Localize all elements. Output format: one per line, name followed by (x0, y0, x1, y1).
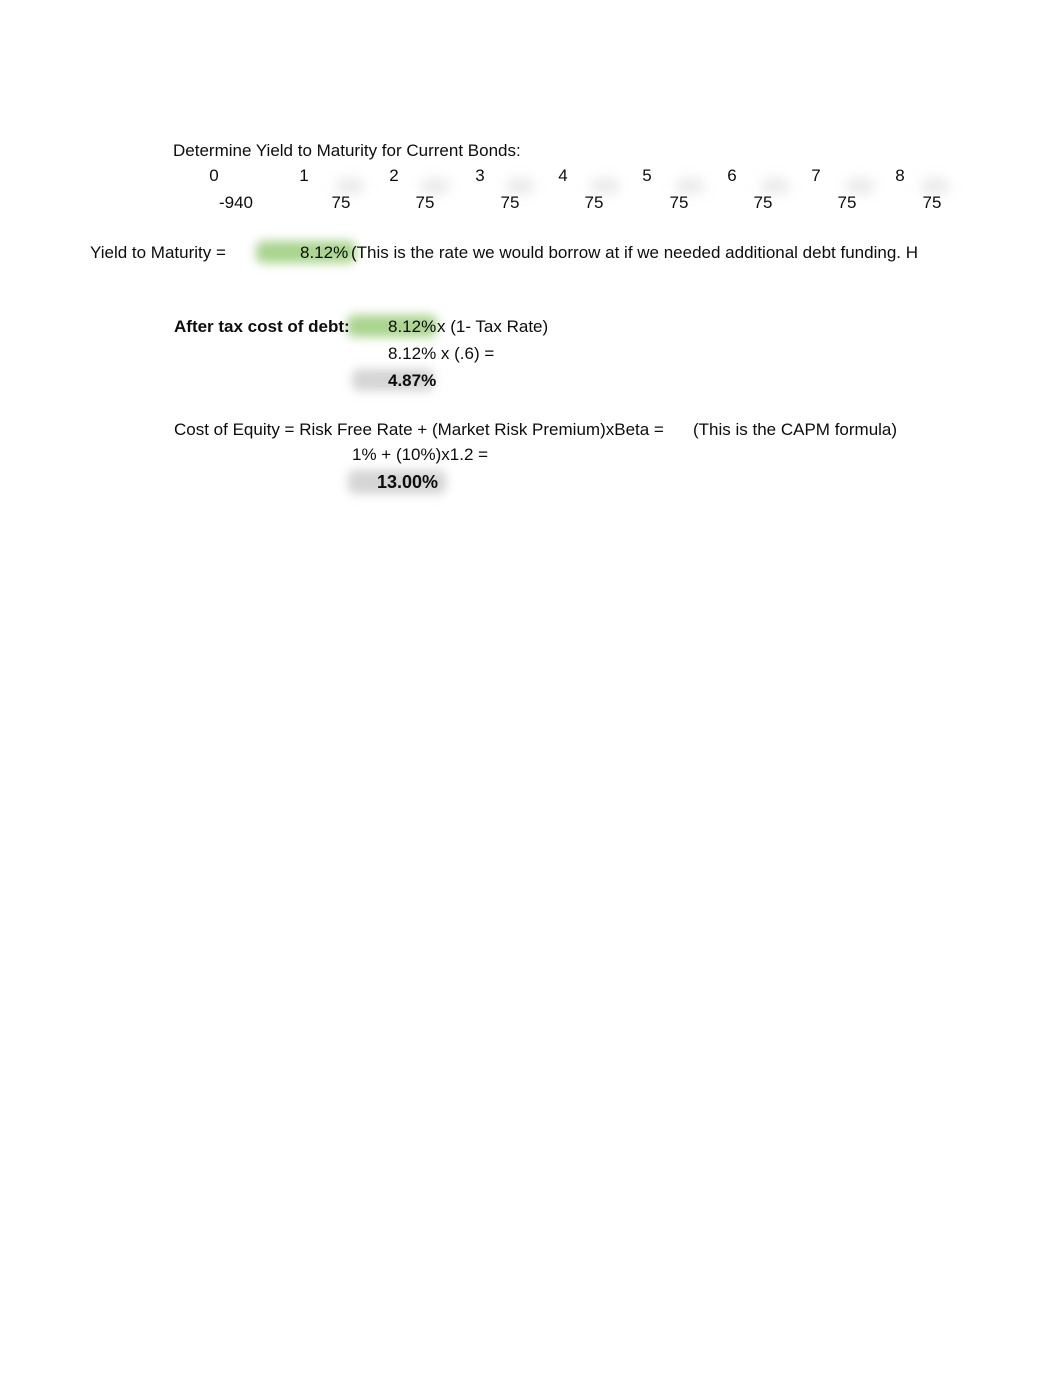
yield-to-maturity-note: (This is the rate we would borrow at if … (351, 243, 918, 262)
timeline-period-6: 6 (727, 166, 737, 185)
cashflow-period-8: 75 (922, 193, 942, 212)
cashflow-period-5: 75 (669, 193, 689, 212)
cashflow-period-1: 75 (331, 193, 351, 212)
after-tax-cost-of-debt-line2: 8.12% x (.6) = (388, 344, 495, 363)
cashflow-period-2: 75 (415, 193, 435, 212)
timeline-period-4: 4 (558, 166, 568, 185)
after-tax-cost-of-debt-rate: 8.12% (388, 317, 437, 336)
after-tax-cost-of-debt-label: After tax cost of debt: (174, 317, 350, 336)
timeline-period-2: 2 (389, 166, 399, 185)
document-page: Determine Yield to Maturity for Current … (0, 0, 1062, 1377)
timeline-period-0: 0 (209, 166, 219, 185)
cashflow-period-3: 75 (500, 193, 520, 212)
timeline-period-3: 3 (475, 166, 485, 185)
cost-of-equity-formula: Cost of Equity = Risk Free Rate + (Marke… (174, 420, 664, 439)
timeline-period-8: 8 (895, 166, 905, 185)
cashflow-period-4: 75 (584, 193, 604, 212)
after-tax-cost-of-debt-formula-suffix: x (1- Tax Rate) (437, 317, 549, 336)
section-title-ytm: Determine Yield to Maturity for Current … (173, 141, 521, 160)
cashflow-period-6: 75 (753, 193, 773, 212)
cost-of-equity-note: (This is the CAPM formula) (693, 420, 898, 439)
timeline-period-1: 1 (299, 166, 309, 185)
timeline-period-7: 7 (811, 166, 821, 185)
after-tax-cost-of-debt-result: 4.87% (388, 371, 437, 390)
timeline-period-5: 5 (642, 166, 652, 185)
yield-to-maturity-label: Yield to Maturity = (90, 243, 226, 262)
cashflow-period-0: -940 (218, 193, 254, 212)
yield-to-maturity-value: 8.12% (300, 243, 349, 262)
cost-of-equity-line2: 1% + (10%)x1.2 = (352, 445, 489, 464)
cashflow-period-7: 75 (837, 193, 857, 212)
cost-of-equity-result: 13.00% (377, 472, 439, 492)
